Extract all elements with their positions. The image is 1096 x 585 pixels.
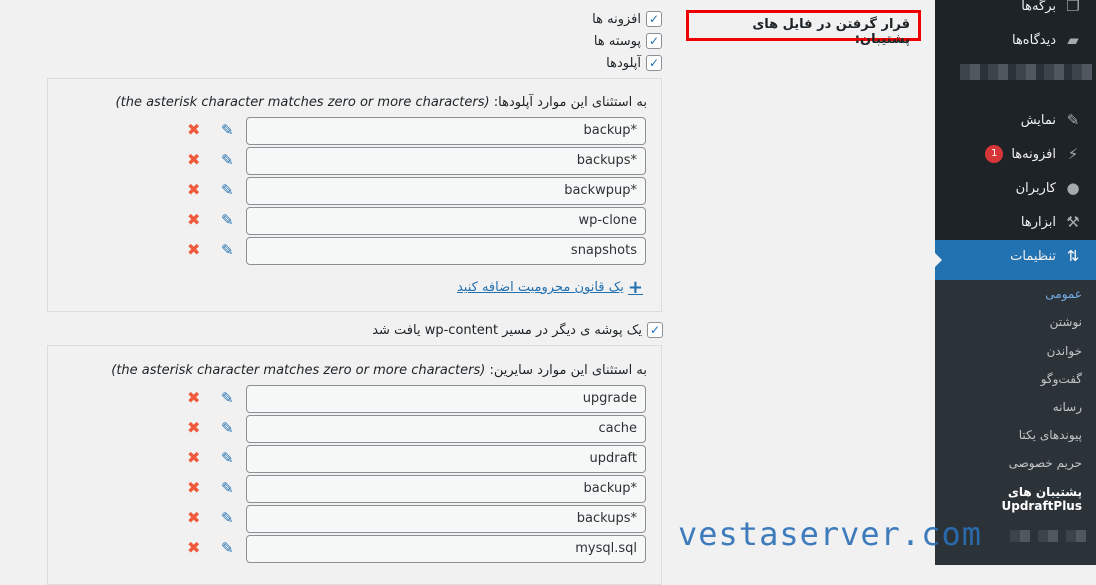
delete-icon[interactable]: ✖ [187, 120, 200, 139]
delete-icon[interactable]: ✖ [187, 150, 200, 169]
submenu-item-updraftplus[interactable]: پشتیبان های UpdraftPlus [1002, 485, 1083, 513]
delete-icon[interactable]: ✖ [187, 508, 200, 527]
exclusion-input[interactable]: backup* [246, 475, 646, 503]
pages-icon: ❐ [1066, 0, 1080, 15]
exclusion-row: ✖ ✎ snapshots [48, 237, 646, 265]
pencil-icon[interactable]: ✎ [221, 449, 234, 467]
exclusion-input[interactable]: snapshots [246, 237, 646, 265]
exclusion-row: ✖ ✎ wp-clone [48, 207, 646, 235]
submenu-item[interactable]: پیوندهای یکتا [1019, 428, 1082, 442]
submenu-item[interactable]: نوشتن [1050, 315, 1082, 329]
exclusion-row: ✖ ✎ updraft [48, 445, 646, 473]
appearance-icon: ✎ [1066, 111, 1080, 129]
exclusion-input[interactable]: backwpup* [246, 177, 646, 205]
include-checkbox[interactable]: ✓ آپلودها [606, 55, 662, 71]
exclusion-row: ✖ ✎ upgrade [48, 385, 646, 413]
exclusion-input[interactable]: backups* [246, 147, 646, 175]
delete-icon[interactable]: ✖ [187, 478, 200, 497]
add-exclusion-link[interactable]: + یک قانون محرومیت اضافه کنید [457, 277, 643, 298]
delete-icon[interactable]: ✖ [187, 418, 200, 437]
delete-icon[interactable]: ✖ [187, 388, 200, 407]
exclusion-input[interactable]: wp-clone [246, 207, 646, 235]
exclusion-input[interactable]: updraft [246, 445, 646, 473]
exclusion-row: ✖ ✎ mysql.sql [48, 535, 646, 563]
checkbox-checked-icon[interactable]: ✓ [647, 322, 663, 338]
plugins-icon: ⚡ [1067, 145, 1079, 163]
pencil-icon[interactable]: ✎ [221, 211, 234, 229]
pencil-icon[interactable]: ✎ [221, 121, 234, 139]
sidebar-item[interactable]: ⇅ تنظیمات [935, 241, 1082, 271]
sidebar-item[interactable]: ❐ برگه‌ها [935, 0, 1082, 21]
pencil-icon[interactable]: ✎ [221, 419, 234, 437]
sidebar-item[interactable]: ● کاربران [935, 173, 1082, 203]
exclusion-note: به استثنای این موارد سایرین: (the asteri… [111, 363, 647, 378]
pencil-icon[interactable]: ✎ [221, 539, 234, 557]
checkbox-checked-icon[interactable]: ✓ [646, 55, 662, 71]
pencil-icon[interactable]: ✎ [221, 241, 234, 259]
delete-icon[interactable]: ✖ [187, 210, 200, 229]
sidebar-item[interactable]: ⚡ افزونه‌ها 1 [935, 139, 1082, 169]
comments-icon: ▰ [1067, 31, 1079, 49]
other-folder-checkbox[interactable]: ✓ یک پوشه ی دیگر در مسیر wp-content یافت … [372, 322, 663, 338]
pencil-icon[interactable]: ✎ [221, 151, 234, 169]
include-checkbox[interactable]: ✓ افزونه ها [592, 11, 662, 27]
exclusion-row: ✖ ✎ backup* [48, 117, 646, 145]
delete-icon[interactable]: ✖ [187, 538, 200, 557]
sidebar-item[interactable]: ⚒ ابزارها [935, 207, 1082, 237]
plus-icon: + [627, 277, 643, 298]
exclusion-row: ✖ ✎ backwpup* [48, 177, 646, 205]
exclusion-input[interactable]: mysql.sql [246, 535, 646, 563]
checkbox-checked-icon[interactable]: ✓ [646, 33, 662, 49]
exclusion-row: ✖ ✎ backups* [48, 147, 646, 175]
pencil-icon[interactable]: ✎ [221, 181, 234, 199]
blurred-menu-item [960, 64, 1092, 80]
others-exclusions-panel: به استثنای این موارد سایرین: (the asteri… [47, 345, 662, 585]
delete-icon[interactable]: ✖ [187, 240, 200, 259]
submenu-item[interactable]: حریم خصوصی [1009, 456, 1082, 470]
include-checkbox[interactable]: ✓ پوسته ها [594, 33, 662, 49]
submenu-item[interactable]: خواندن [1047, 344, 1082, 358]
delete-icon[interactable]: ✖ [187, 180, 200, 199]
uploads-exclusions-panel: به استثنای این موارد آپلودها: (the aster… [47, 78, 662, 312]
exclusion-input[interactable]: backup* [246, 117, 646, 145]
users-icon: ● [1066, 179, 1080, 197]
pencil-icon[interactable]: ✎ [221, 509, 234, 527]
settings-icon: ⇅ [1066, 247, 1080, 265]
exclusion-input[interactable]: cache [246, 415, 646, 443]
tools-icon: ⚒ [1066, 213, 1080, 231]
submenu-item[interactable]: گفت‌وگو [1041, 372, 1082, 386]
checkbox-checked-icon[interactable]: ✓ [646, 11, 662, 27]
delete-icon[interactable]: ✖ [187, 448, 200, 467]
exclusion-row: ✖ ✎ backup* [48, 475, 646, 503]
exclusion-input[interactable]: backups* [246, 505, 646, 533]
section-heading: قرار گرفتن در فایل های پشتیبان: [686, 10, 921, 47]
pencil-icon[interactable]: ✎ [221, 479, 234, 497]
submenu-item[interactable]: عمومی [1045, 287, 1082, 301]
update-count-badge: 1 [985, 145, 1004, 163]
admin-sidebar [934, 0, 1096, 565]
exclusion-row: ✖ ✎ backups* [48, 505, 646, 533]
sidebar-item[interactable]: ▰ دیدگاه‌ها [935, 25, 1082, 55]
submenu-item[interactable]: رسانه [1053, 400, 1082, 414]
exclusion-row: ✖ ✎ cache [48, 415, 646, 443]
exclusion-note: به استثنای این موارد آپلودها: (the aster… [115, 95, 647, 110]
pencil-icon[interactable]: ✎ [221, 389, 234, 407]
watermark: vestaserver.com [678, 515, 982, 553]
exclusion-input[interactable]: upgrade [246, 385, 646, 413]
sidebar-item[interactable]: ✎ نمایش [935, 105, 1082, 135]
blurred-menu-item [1010, 530, 1088, 542]
